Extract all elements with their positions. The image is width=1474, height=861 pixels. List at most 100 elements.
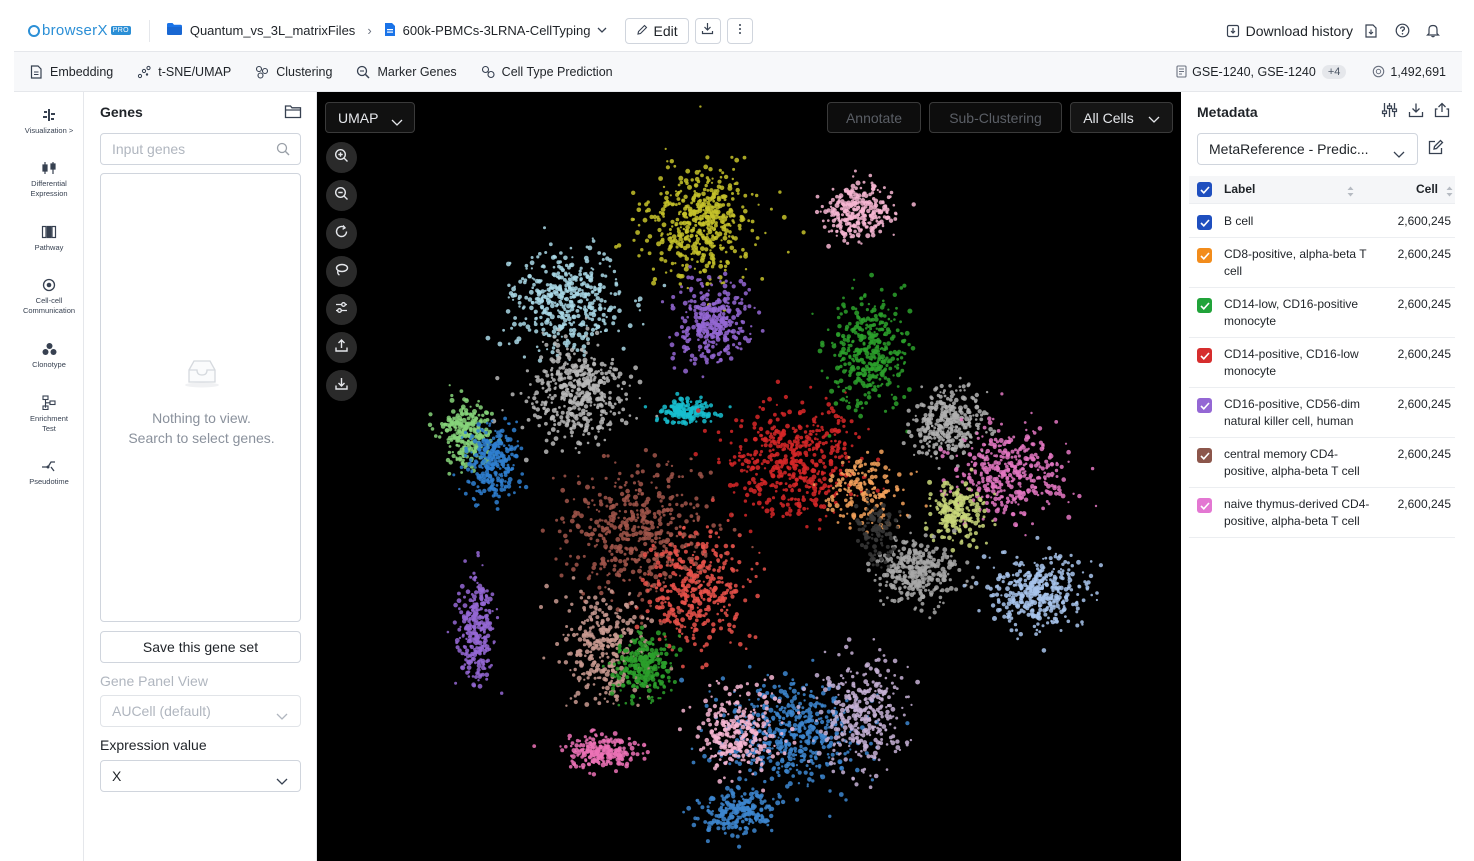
cell-point [669, 507, 674, 512]
cell-point [833, 401, 839, 406]
cell-point [698, 278, 702, 282]
cell-point [697, 344, 703, 350]
cell-point [788, 477, 792, 480]
gene-panel-view-select[interactable]: AUCell (default) [100, 695, 301, 727]
cell-point [552, 335, 556, 339]
sidebar-item-pseudotime[interactable]: Pseudotime [14, 459, 84, 487]
cell-point [591, 565, 596, 570]
cell-point [707, 227, 710, 231]
cell-point [705, 360, 709, 365]
save-gene-set-button[interactable]: Save this gene set [100, 631, 301, 663]
cell-point [704, 345, 708, 348]
more-datasets-badge[interactable]: +4 [1321, 64, 1347, 79]
cell-point [533, 320, 537, 324]
cell-point [637, 558, 641, 562]
cell-point [689, 358, 693, 362]
cell-point [585, 324, 588, 327]
cell-point [834, 439, 837, 443]
cell-point [715, 230, 718, 233]
toolbar-item-clustering[interactable]: Clustering [255, 65, 332, 79]
cell-point [686, 286, 689, 290]
cell-point [523, 457, 529, 463]
cell-point [751, 465, 756, 471]
sidebar-item-differential-expression[interactable]: Differential Expression [14, 161, 84, 199]
sidebar-item-enrichment-test[interactable]: Enrichment Test [14, 395, 84, 434]
cell-point [720, 317, 724, 321]
cell-point [978, 422, 981, 426]
breadcrumb-file[interactable]: 600k-PBMCs-3LRNA-CellTyping [384, 22, 607, 40]
cell-point [582, 554, 586, 558]
cell-point [787, 409, 792, 415]
cell-point [692, 294, 697, 299]
toolbar-item-tsne-umap[interactable]: t-SNE/UMAP [137, 65, 231, 79]
umap-scatter-canvas[interactable] [317, 92, 1181, 861]
cell-point [562, 323, 566, 327]
cell-point [835, 332, 841, 337]
cell-point [695, 541, 701, 547]
breadcrumb-folder[interactable]: Quantum_vs_3L_matrixFiles [166, 22, 355, 39]
edit-button[interactable]: Edit [624, 17, 689, 44]
cell-point [588, 397, 593, 402]
cell-point [784, 511, 790, 516]
cell-point [719, 626, 723, 631]
top-right-actions: Download history [1220, 23, 1446, 39]
cell-point [746, 465, 750, 469]
cell-point [681, 584, 684, 588]
expression-value-select[interactable]: X [100, 760, 301, 792]
cell-point [756, 458, 760, 462]
dataset-ids[interactable]: GSE-1240, GSE-1240 [1192, 65, 1316, 79]
cell-point [575, 309, 580, 313]
cell-point [792, 464, 796, 469]
sidebar-item-visualization[interactable]: Visualization > [14, 108, 84, 136]
cell-point [539, 415, 542, 419]
cell-point [670, 495, 675, 499]
app-logo[interactable]: browserX PRO [28, 22, 131, 39]
sidebar-item-pathway[interactable]: Pathway [14, 225, 84, 253]
cell-point [665, 617, 669, 621]
cell-point [593, 503, 596, 507]
breadcrumb-file-label: 600k-PBMCs-3LRNA-CellTyping [402, 23, 591, 38]
bell-icon[interactable] [1426, 23, 1440, 38]
cell-point [668, 228, 672, 231]
cell-point [452, 416, 455, 419]
help-icon[interactable] [1395, 23, 1410, 38]
gene-panel-view-value: AUCell (default) [112, 703, 211, 719]
toolbar-item-embedding[interactable]: Embedding [30, 65, 113, 79]
cell-point [713, 228, 716, 231]
more-options-button[interactable] [726, 17, 753, 44]
sidebar-item-clonotype[interactable]: Clonotype [14, 342, 84, 370]
cell-point [496, 430, 501, 436]
cell-point [599, 567, 603, 571]
cell-point [734, 612, 739, 617]
cell-point [667, 589, 670, 593]
cell-point [696, 206, 699, 209]
scatter-icon [137, 65, 151, 79]
cell-point [747, 287, 751, 292]
cell-point [680, 316, 685, 320]
cell-point [669, 564, 672, 567]
cell-point [682, 227, 686, 231]
cell-point [553, 419, 556, 423]
gene-search-input[interactable]: Input genes [100, 133, 301, 165]
download-button[interactable] [694, 17, 721, 44]
cell-point [785, 502, 790, 507]
cell-point [761, 407, 765, 411]
document-export-icon[interactable] [1365, 23, 1377, 38]
toolbar-item-marker-genes[interactable]: Marker Genes [356, 65, 457, 79]
cell-point [797, 469, 802, 473]
cell-point [718, 523, 722, 527]
cell-point [694, 555, 700, 561]
cell-point [570, 389, 574, 393]
download-history-link[interactable]: Download history [1246, 23, 1353, 39]
sidebar-item-cell-communication[interactable]: Cell-cell Communication [14, 278, 84, 316]
toolbar-item-cell-type-prediction[interactable]: Cell Type Prediction [481, 65, 613, 79]
cell-point [866, 395, 872, 400]
cell-point [725, 215, 729, 219]
folder-open-icon[interactable] [284, 104, 302, 124]
cell-point [693, 642, 697, 647]
cell-point [548, 242, 553, 247]
cell-point [828, 458, 833, 464]
umap-plot-area[interactable]: UMAP Annotate Sub-Clustering All Cells [317, 92, 1181, 861]
cell-point [668, 551, 672, 556]
cell-point [680, 567, 683, 570]
